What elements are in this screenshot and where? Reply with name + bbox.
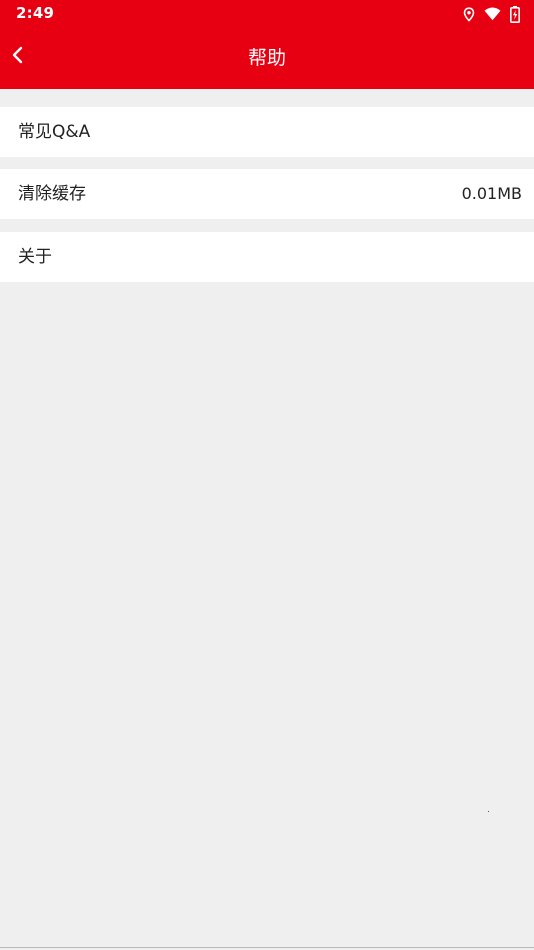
status-bar: 2:49 (0, 0, 534, 28)
bottom-divider (0, 947, 534, 948)
menu-item-label: 常见Q&A (18, 122, 91, 142)
app-bar: 帮助 (0, 28, 534, 89)
speck (488, 811, 489, 812)
page-title: 帮助 (247, 47, 286, 69)
menu-item-label: 关于 (18, 247, 52, 267)
menu-item-label: 清除缓存 (18, 184, 86, 204)
cache-size-value: 0.01MB (461, 184, 522, 203)
status-icons (463, 5, 520, 23)
menu-item-about[interactable]: 关于 (0, 232, 534, 282)
menu-item-clear-cache[interactable]: 清除缓存 0.01MB (0, 169, 534, 219)
menu-item-faq[interactable]: 常见Q&A (0, 107, 534, 157)
wifi-icon (484, 7, 501, 21)
status-time: 2:49 (16, 4, 55, 22)
battery-charging-icon (510, 5, 520, 23)
location-icon (463, 6, 475, 22)
